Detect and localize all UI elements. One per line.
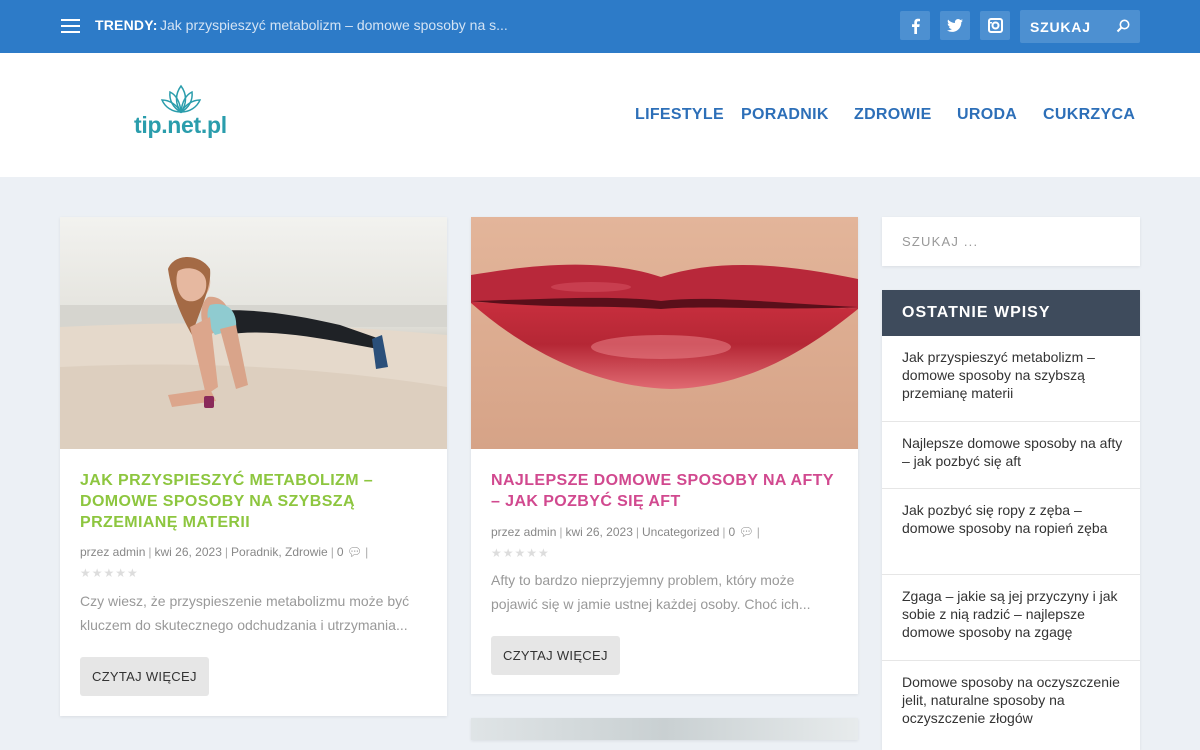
top-search-label: SZUKAJ [1030, 19, 1091, 35]
post-title[interactable]: JAK PRZYSPIESZYĆ METABOLIZM – DOMOWE SPO… [80, 470, 430, 533]
post-author[interactable]: przez admin [80, 545, 145, 559]
post-image-fitness[interactable] [60, 217, 447, 449]
post-date: kwi 26, 2023 [154, 545, 222, 559]
trendy-link[interactable]: Jak przyspieszyć metabolizm – domowe spo… [160, 17, 525, 33]
logo-text[interactable]: tip.net.pl [134, 112, 227, 139]
recent-posts-widget: OSTATNIE WPISY Jak przyspieszyć metaboli… [882, 290, 1140, 750]
top-search-box[interactable]: SZUKAJ [1020, 10, 1140, 43]
nav-uroda[interactable]: URODA [957, 106, 1017, 124]
recent-post-link[interactable]: Najlepsze domowe sposoby na afty – jak p… [882, 422, 1140, 489]
search-icon[interactable] [1116, 19, 1130, 33]
recent-post-link[interactable]: Domowe sposoby na oczyszczenie jelit, na… [882, 661, 1140, 750]
recent-post-label: Jak pozbyć się ropy z zęba – domowe spos… [902, 502, 1108, 536]
read-more-button[interactable]: CZYTAJ WIĘCEJ [491, 636, 620, 675]
recent-post-link[interactable]: Zgaga – jakie są jej przyczyny i jak sob… [882, 575, 1140, 661]
recent-posts-title: OSTATNIE WPISY [902, 304, 1051, 321]
post-excerpt: Afty to bardzo nieprzyjemny problem, któ… [491, 572, 811, 612]
post-image[interactable] [471, 718, 858, 740]
post-author[interactable]: przez admin [491, 525, 556, 539]
recent-post-label: Jak przyspieszyć metabolizm – domowe spo… [902, 349, 1095, 401]
facebook-icon[interactable] [900, 11, 930, 40]
instagram-icon[interactable] [980, 11, 1010, 40]
post-card [471, 718, 858, 740]
post-meta: przez admin | kwi 26, 2023 | Poradnik, Zdrow… [80, 545, 369, 559]
recent-post-link[interactable]: Jak pozbyć się ropy z zęba – domowe spos… [882, 489, 1140, 575]
post-image-lips[interactable] [471, 217, 858, 449]
comment-icon: 💬︎ [738, 525, 754, 539]
recent-post-label: Zgaga – jakie są jej przyczyny i jak sob… [902, 588, 1118, 640]
post-excerpt: Czy wiesz, że przyspieszenie metabolizmu… [80, 593, 410, 633]
read-more-button[interactable]: CZYTAJ WIĘCEJ [80, 657, 209, 696]
twitter-icon[interactable] [940, 11, 970, 40]
trendy-label: TRENDY: [95, 17, 158, 33]
nav-poradnik[interactable]: PORADNIK [741, 106, 829, 124]
sidebar-search-input[interactable] [882, 217, 1140, 266]
post-meta: przez admin | kwi 26, 2023 | Uncategorized | 0… [491, 525, 760, 539]
nav-zdrowie[interactable]: ZDROWIE [854, 106, 932, 124]
comment-icon: 💬︎ [346, 545, 363, 559]
post-categories[interactable]: Poradnik, Zdrowie [231, 545, 328, 559]
post-date: kwi 26, 2023 [565, 525, 633, 539]
rating-stars: ★★★★★ [491, 546, 550, 560]
site-header: tip.net.pl LIFESTYLE PORADNIK ZDROWIE UR… [0, 53, 1200, 177]
nav-lifestyle[interactable]: LIFESTYLE [635, 106, 724, 124]
post-title[interactable]: NAJLEPSZE DOMOWE SPOSOBY NA AFTY – JAK P… [491, 470, 841, 512]
sidebar-search [882, 217, 1140, 266]
recent-posts-header: OSTATNIE WPISY [882, 290, 1140, 336]
recent-post-label: Najlepsze domowe sposoby na afty – jak p… [902, 435, 1123, 469]
post-card: NAJLEPSZE DOMOWE SPOSOBY NA AFTY – JAK P… [471, 217, 858, 694]
rating-stars: ★★★★★ [80, 566, 139, 580]
menu-icon[interactable] [61, 19, 80, 34]
recent-post-label: Domowe sposoby na oczyszczenie jelit, na… [902, 674, 1120, 726]
post-card: JAK PRZYSPIESZYĆ METABOLIZM – DOMOWE SPO… [60, 217, 447, 716]
nav-cukrzyca[interactable]: CUKRZYCA [1043, 106, 1135, 124]
post-categories[interactable]: Uncategorized [642, 525, 719, 539]
recent-post-link[interactable]: Jak przyspieszyć metabolizm – domowe spo… [882, 336, 1140, 422]
post-comments[interactable]: 0 [337, 545, 344, 559]
top-bar: TRENDY: Jak przyspieszyć metabolizm – do… [0, 0, 1200, 53]
post-comments[interactable]: 0 [729, 525, 736, 539]
